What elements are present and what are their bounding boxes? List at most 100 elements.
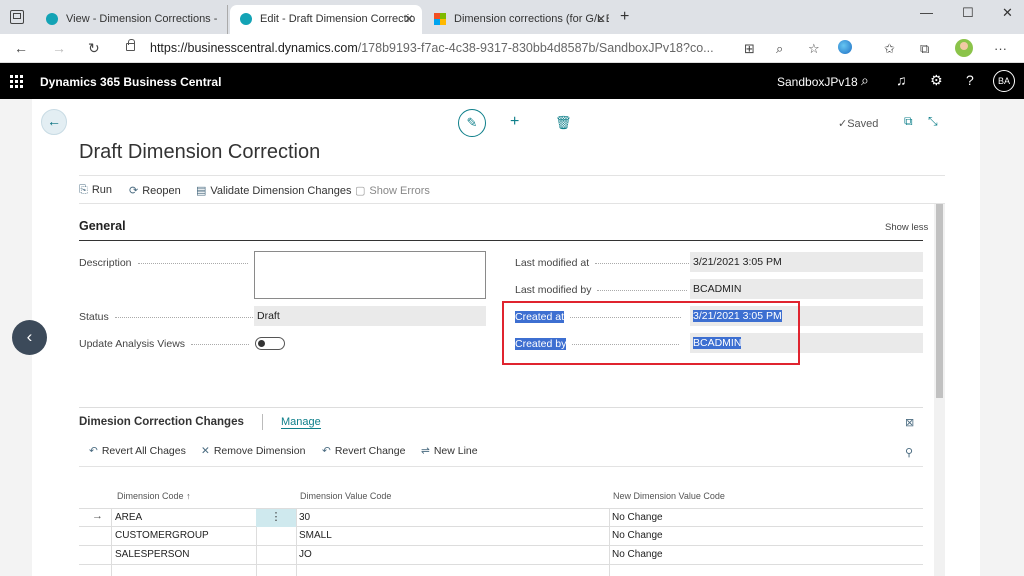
new-line-button[interactable]: ⇌ New Line [421,445,478,457]
personalize-icon[interactable]: ⚲ [905,446,913,459]
share-icon[interactable]: ⊠ [905,416,914,429]
help-icon[interactable]: ? [966,72,974,88]
show-errors-button[interactable]: ▢ Show Errors [355,184,430,197]
table-row[interactable]: SALESPERSON JO No Change [79,546,923,565]
reopen-button[interactable]: ⟳ Reopen [129,184,181,197]
dimension-value-cell[interactable]: JO [296,546,312,564]
reopen-label: Reopen [142,185,181,197]
maximize-icon[interactable]: ☐ [962,5,974,21]
tab-actions-icon[interactable] [10,10,24,24]
new-record-plus-icon[interactable]: + [510,113,519,131]
close-window-icon[interactable]: ✕ [1002,5,1013,21]
dimension-code-cell[interactable]: SALESPERSON [112,546,189,564]
bc-header: Dynamics 365 Business Central SandboxJPv… [0,63,1024,99]
part-separator [262,414,263,430]
lock-icon [126,39,135,51]
new-dimension-value-cell[interactable]: No Change [609,546,663,564]
more-options-icon[interactable]: ··· [994,41,1007,56]
part-divider [79,407,923,408]
general-divider [79,240,923,241]
column-label: Dimension Code [117,491,184,501]
minimize-icon[interactable]: — [920,5,933,20]
run-label: Run [91,184,112,196]
row-actions-button[interactable]: ⋮ [256,509,296,527]
manage-menu[interactable]: Manage [281,416,321,429]
collapse-icon[interactable]: ⤡ [928,114,938,129]
new-line-icon: ⇌ [421,445,430,457]
new-dimension-value-cell[interactable]: No Change [609,527,663,545]
undo-icon: ↶ [89,445,98,457]
validate-icon: ▤ [196,185,207,197]
notification-bell-icon[interactable]: ♫ [896,72,907,88]
app-title: Dynamics 365 Business Central [40,75,222,89]
new-dimension-value-cell[interactable]: No Change [609,509,663,527]
chevron-left-icon: ‹ [26,327,33,346]
apps-icon[interactable]: ⊞ [744,41,755,57]
table-row[interactable]: CUSTOMERGROUP SMALL No Change [79,527,923,546]
forward-arrow-icon[interactable]: → [52,40,66,56]
column-header-dimension-code[interactable]: Dimension Code ↑ [117,491,191,501]
url-path: /178b9193-f7ac-4c38-9317-830bb4d8587b/Sa… [357,41,714,55]
dimension-code-cell[interactable]: AREA [112,509,142,527]
description-label-text: Description [79,257,132,269]
remove-dimension-button[interactable]: ✕ Remove Dimension [201,445,305,457]
app-launcher-icon[interactable] [10,75,23,88]
show-less-link[interactable]: Show less [885,222,928,233]
browser-tab-edit-draft[interactable]: Edit - Draft Dimension Correctio ✕ [230,5,422,34]
general-fasttab-title[interactable]: General [79,219,126,233]
user-avatar[interactable]: BA [993,70,1015,92]
zoom-icon[interactable]: ⌕ [776,41,783,57]
page-title: Draft Dimension Correction [79,141,321,163]
new-line-label: New Line [433,445,478,457]
settings-gear-icon[interactable]: ⚙ [930,72,943,89]
url-field[interactable]: https://businesscentral.dynamics.com/178… [150,41,714,55]
edge-extension-icon[interactable] [838,40,852,54]
edit-button[interactable]: ✎ [458,109,486,137]
run-button[interactable]: ⎘ Run [79,184,112,197]
validate-dimension-changes-button[interactable]: ▤ Validate Dimension Changes [196,184,351,197]
bc-favicon-icon [240,13,252,25]
browser-tab-view-dimension-corrections[interactable]: View - Dimension Corrections - D [36,5,228,34]
last-modified-at-text: Last modified at [515,257,590,269]
browser-tab-dimension-corrections-docs[interactable]: Dimension corrections (for G/L E ✕ [424,5,614,34]
back-button[interactable]: ← [41,109,67,135]
column-header-new-dimension-value-code[interactable]: New Dimension Value Code [613,491,725,501]
dimension-code-cell[interactable]: CUSTOMERGROUP [112,527,209,545]
scrollbar-thumb[interactable] [936,204,943,398]
revert-change-button[interactable]: ↶ Revert Change [322,445,405,457]
run-icon: ⎘ [79,184,88,196]
close-tab-icon[interactable]: ✕ [596,12,606,26]
refresh-icon[interactable]: ↻ [88,40,100,57]
revert-all-changes-button[interactable]: ↶ Revert All Chages [89,445,186,457]
favorites-icon[interactable]: ✩ [884,41,895,57]
profile-icon[interactable] [955,39,973,57]
new-tab-icon[interactable]: + [620,8,629,26]
favorite-star-icon[interactable]: ☆ [808,41,820,57]
search-icon[interactable]: ⌕ [861,72,869,89]
delete-trash-icon[interactable]: 🗑 [555,115,572,131]
last-modified-at-field: 3/21/2021 3:05 PM [690,252,923,272]
url-host: https://businesscentral.dynamics.com [150,41,358,55]
highlight-box [502,301,800,365]
close-tab-icon[interactable]: ✕ [404,12,414,26]
reopen-icon: ⟳ [129,185,139,197]
status-label-text: Status [79,311,109,323]
column-header-dimension-value-code[interactable]: Dimension Value Code [300,491,391,501]
dimension-value-cell[interactable]: SMALL [296,527,332,545]
column-divider [296,508,297,576]
dimension-value-cell[interactable]: 30 [296,509,310,527]
company-name[interactable]: SandboxJPv18 [777,75,858,89]
back-arrow-icon[interactable]: ← [14,40,28,56]
action-bar: ⎘ Run ⟳ Reopen ▤ Validate Dimension Changes… [79,175,945,204]
address-bar: ← → ↻ https://businesscentral.dynamics.c… [0,34,1024,63]
previous-page-button[interactable]: ‹ [12,320,47,355]
table-row[interactable]: AREA 30 No Change [79,508,923,527]
collections-icon[interactable]: ⧉ [920,41,929,57]
column-divider [111,508,112,576]
description-input[interactable] [254,251,486,299]
undo-icon: ↶ [322,445,331,457]
errors-icon: ▢ [355,185,366,197]
update-analysis-views-toggle[interactable] [255,337,285,350]
open-new-window-icon[interactable]: ⧉ [904,114,913,129]
browser-tab-bar: View - Dimension Corrections - D Edit - … [0,0,1024,34]
